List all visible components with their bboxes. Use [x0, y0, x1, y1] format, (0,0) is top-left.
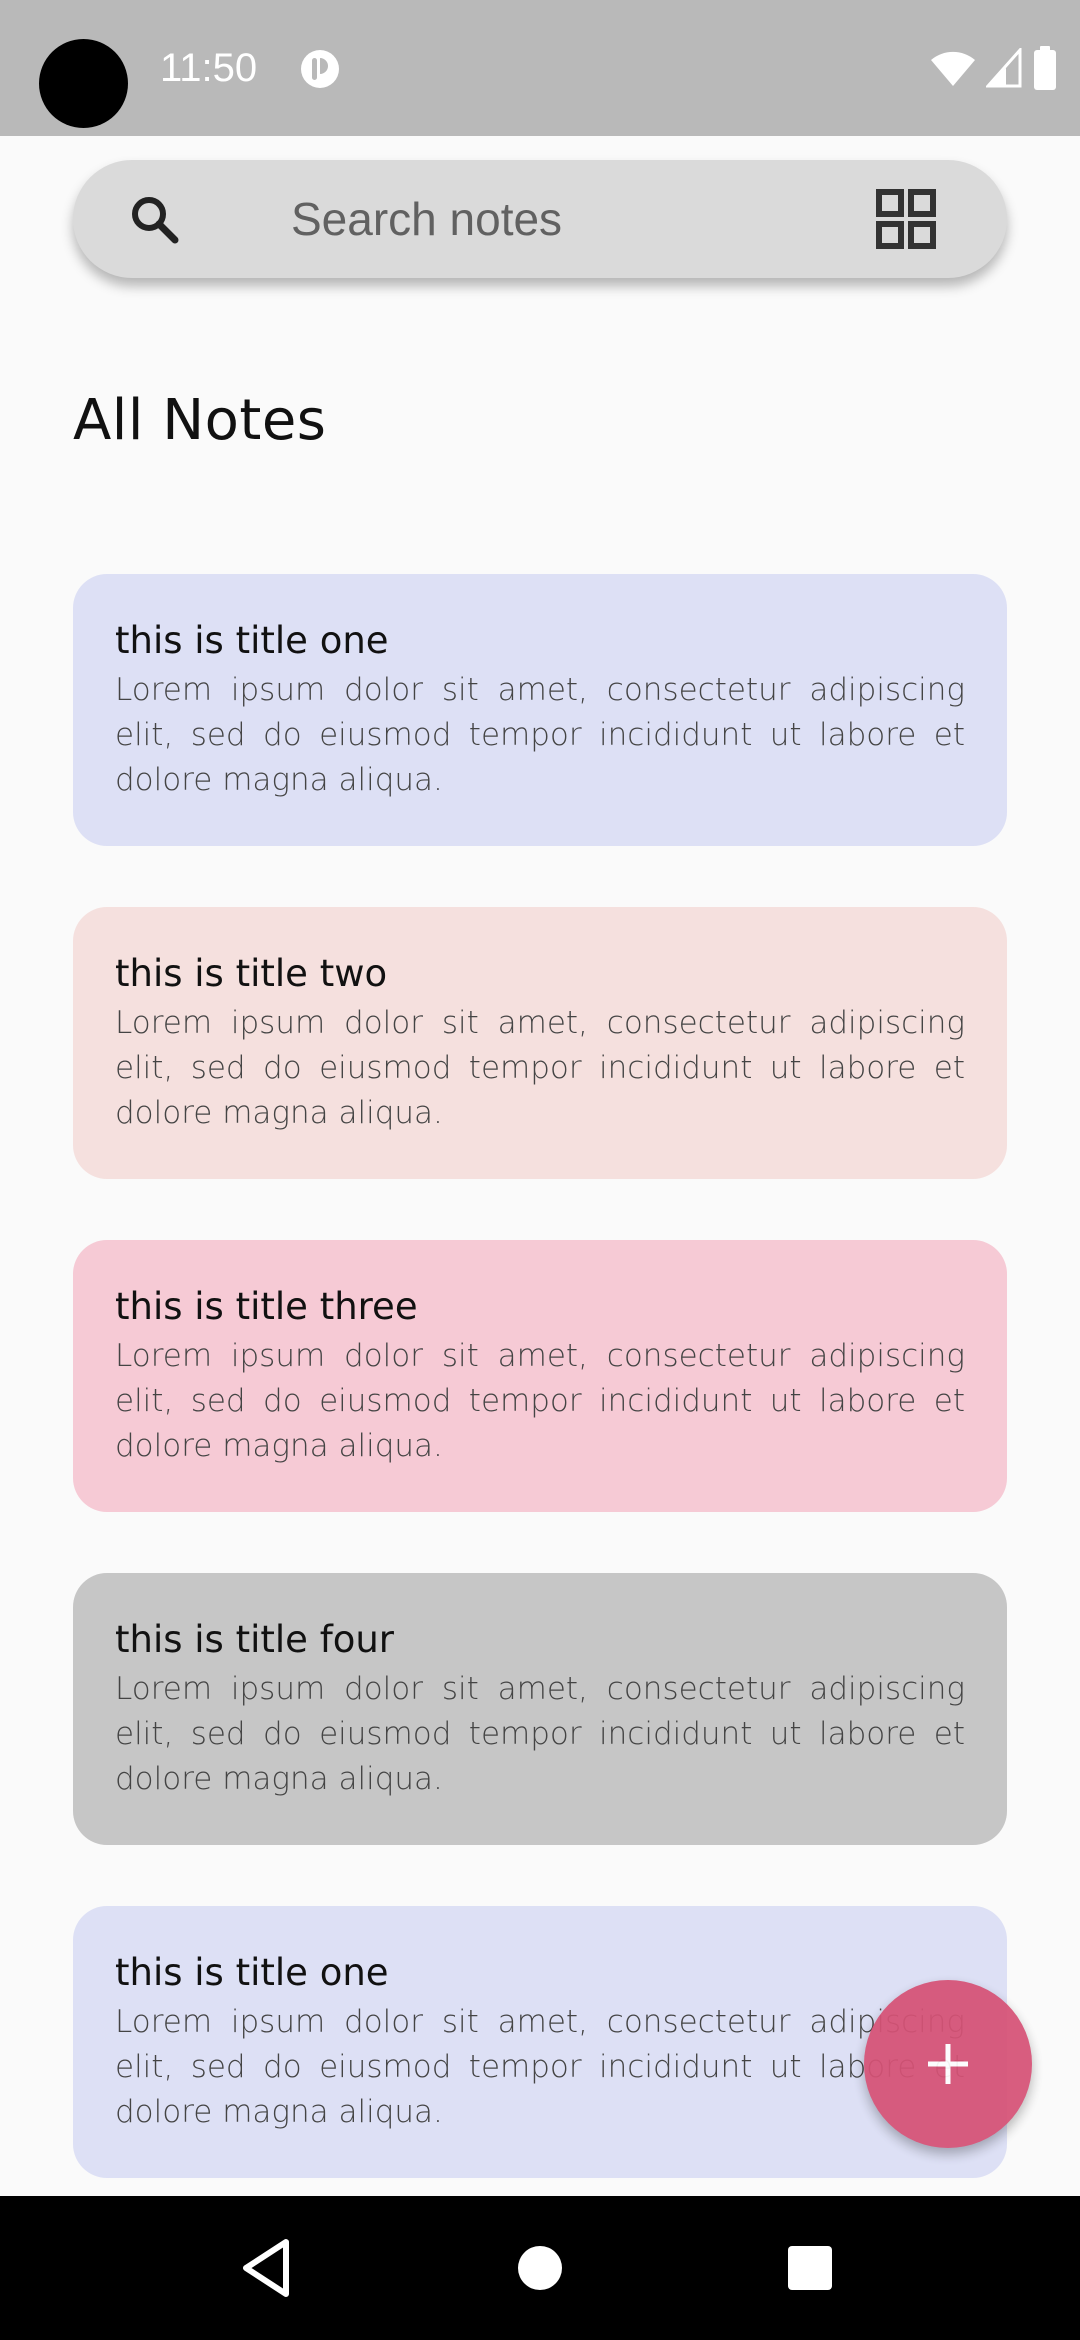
note-title: this is title one — [115, 619, 389, 662]
grid-view-icon[interactable] — [873, 186, 939, 252]
home-icon[interactable] — [508, 2236, 572, 2300]
search-input[interactable] — [291, 188, 851, 250]
recents-icon[interactable] — [778, 2236, 842, 2300]
cell-signal-icon — [986, 48, 1022, 88]
notes-screen: 11:50 Search notes All Notes this is tit… — [0, 0, 1080, 2340]
note-title: this is title one — [115, 1951, 389, 1994]
note-body: Lorem ipsum dolor sit amet, consectetur … — [115, 1338, 965, 1464]
note-body: Lorem ipsum dolor sit amet, consectetur … — [115, 1671, 965, 1797]
note-title: this is title four — [115, 1618, 395, 1661]
search-icon[interactable] — [125, 190, 185, 250]
note-title: this is title two — [115, 952, 388, 995]
note-body: Lorem ipsum dolor sit amet, consectetur … — [115, 2004, 965, 2130]
status-icons — [930, 44, 1058, 92]
status-bar: 11:50 — [0, 0, 1080, 136]
search-bar[interactable] — [73, 160, 1007, 278]
notification-app-icon — [301, 50, 339, 88]
battery-icon — [1034, 46, 1056, 90]
note-body: Lorem ipsum dolor sit amet, consectetur … — [115, 672, 965, 798]
add-note-button[interactable] — [864, 1980, 1032, 2148]
note-card[interactable]: this is title four Lorem ipsum dolor sit… — [73, 1573, 1007, 1845]
wifi-icon — [931, 51, 975, 86]
note-card[interactable]: this is title three Lorem ipsum dolor si… — [73, 1240, 1007, 1512]
note-card[interactable]: this is title one Lorem ipsum dolor sit … — [73, 574, 1007, 846]
back-icon[interactable] — [236, 2236, 300, 2300]
camera-cutout — [39, 39, 128, 128]
plus-icon — [928, 2044, 968, 2084]
notes-list: this is title one Lorem ipsum dolor sit … — [73, 574, 1007, 2239]
note-body: Lorem ipsum dolor sit amet, consectetur … — [115, 1005, 965, 1131]
status-time: 11:50 — [160, 46, 258, 90]
note-title: this is title three — [115, 1285, 418, 1328]
note-card[interactable]: this is title two Lorem ipsum dolor sit … — [73, 907, 1007, 1179]
system-nav-bar — [0, 2196, 1080, 2340]
page-title: All Notes — [73, 388, 327, 453]
